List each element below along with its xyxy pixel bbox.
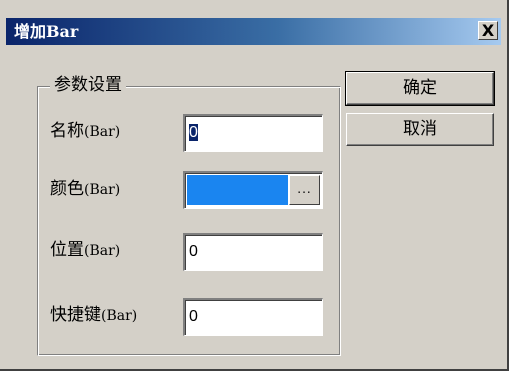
color-label: 颜色(Bar) [50,178,120,201]
position-label: 位置(Bar) [50,239,120,262]
name-input-value: 0 [189,124,198,141]
shortcut-label-text: 快捷键 [50,305,101,325]
cancel-button[interactable]: 取消 [346,113,494,146]
position-input-value: 0 [189,243,198,260]
shortcut-label-en: (Bar) [101,308,138,324]
title-bar[interactable]: 增加Bar X [6,18,501,45]
close-button[interactable]: X [478,21,498,40]
name-label-text: 名称 [50,121,84,141]
dialog-title: 增加Bar [14,22,79,41]
group-title: 参数设置 [50,74,126,96]
shortcut-label: 快捷键(Bar) [50,304,137,327]
add-bar-dialog: 增加Bar X 参数设置 名称(Bar) 0 颜色(Bar) ... 位置(Ba… [0,0,509,371]
shortcut-input[interactable]: 0 [183,298,323,336]
name-label: 名称(Bar) [50,120,120,143]
name-label-en: (Bar) [84,124,121,140]
shortcut-input-value: 0 [189,308,198,325]
ok-button[interactable]: 确定 [345,71,495,106]
color-label-text: 颜色 [50,179,84,199]
position-input[interactable]: 0 [183,233,323,271]
color-swatch[interactable] [187,175,288,205]
position-label-text: 位置 [50,240,84,260]
color-browse-button[interactable]: ... [289,175,320,205]
color-label-en: (Bar) [84,182,121,198]
position-label-en: (Bar) [84,243,121,259]
name-input[interactable]: 0 [183,114,323,152]
close-icon: X [481,20,495,40]
color-picker-field[interactable]: ... [183,171,323,209]
